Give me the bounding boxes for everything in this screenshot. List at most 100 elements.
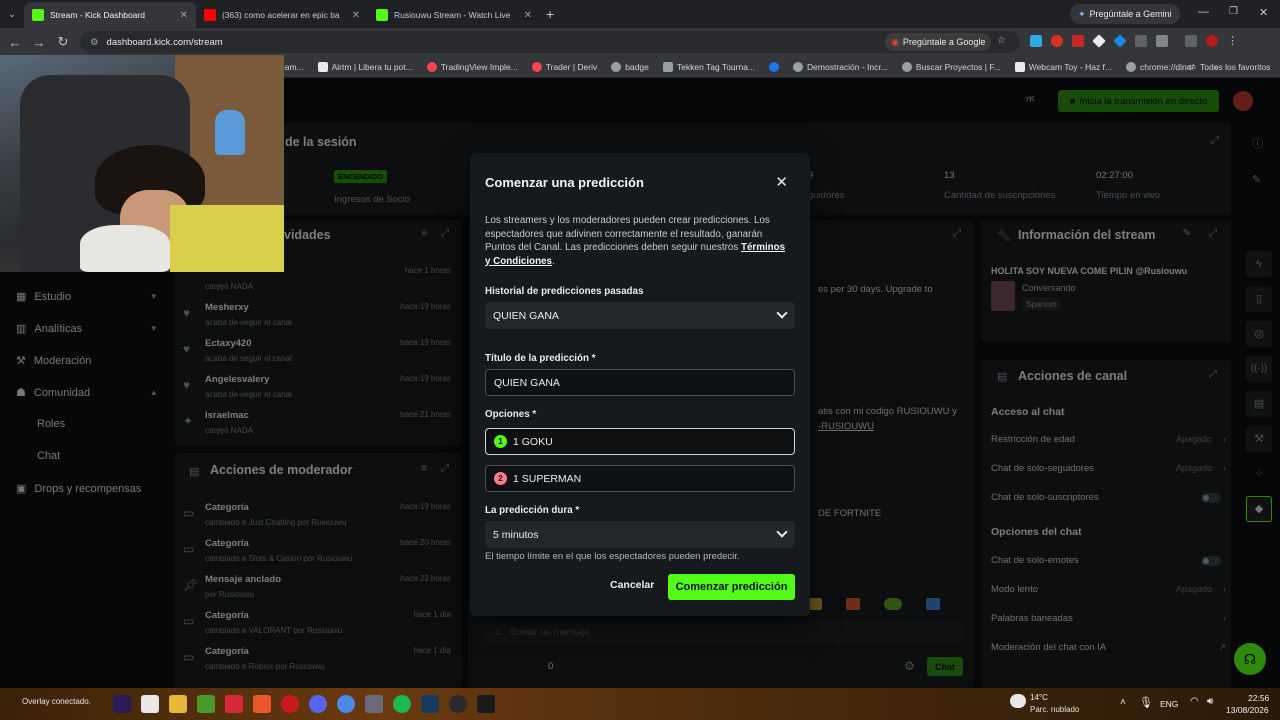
- duration-value: 5 minutos: [493, 528, 539, 541]
- puzzle-icon[interactable]: [1156, 35, 1168, 47]
- bookmark-item[interactable]: badge: [611, 61, 649, 72]
- url-field[interactable]: ⚙ dashboard.kick.com/stream ◉ Pregúntale…: [80, 31, 1020, 53]
- water-bottle: [215, 110, 245, 155]
- bookmark-item[interactable]: chrome://dino/: [1126, 61, 1194, 72]
- brave-icon[interactable]: [253, 695, 271, 713]
- gemini-button[interactable]: ✦ Pregúntale a Gemini: [1070, 4, 1180, 24]
- prediction-title-input[interactable]: QUIEN GANA: [485, 369, 795, 396]
- person-shirt: [170, 205, 284, 272]
- bookmark-label: Tekken Tag Tourna...: [676, 61, 756, 72]
- plush-toy: [80, 225, 170, 272]
- menu-icon[interactable]: ⋮: [1227, 35, 1238, 47]
- ask-google-button[interactable]: ◉ Pregúntale a Google: [885, 33, 992, 51]
- duration-label: La predicción dura *: [485, 505, 580, 516]
- bookmark-label: TradingView Imple...: [440, 61, 518, 72]
- bookmark-item[interactable]: Tekken Tag Tourna...: [662, 61, 756, 72]
- extension-icon[interactable]: [1092, 34, 1106, 48]
- microphone-icon[interactable]: 🎙︎: [1139, 696, 1153, 709]
- close-icon[interactable]: ✕: [180, 10, 188, 21]
- cancel-button[interactable]: Cancelar: [610, 579, 654, 591]
- history-value: QUIEN GANA: [493, 309, 559, 322]
- bookmark-label: chrome://dino/: [1140, 61, 1194, 72]
- all-favorites-label: Todos los favoritos: [1200, 61, 1271, 72]
- deriv-icon: [531, 61, 542, 72]
- wifi-icon[interactable]: ◠: [1190, 696, 1199, 707]
- bookmark-item[interactable]: Trader | Deriv: [531, 61, 598, 72]
- duration-select[interactable]: 5 minutos: [485, 521, 795, 548]
- minimize-button[interactable]: —: [1198, 6, 1209, 18]
- gemini-icon: ✦: [1078, 8, 1086, 19]
- option-1-value: 1 GOKU: [513, 435, 553, 448]
- extension-icon[interactable]: [1135, 35, 1147, 47]
- back-icon[interactable]: ←: [3, 35, 27, 50]
- volume-icon[interactable]: 🔊︎: [1207, 696, 1213, 707]
- bookmark-item[interactable]: TradingView Imple...: [426, 61, 518, 72]
- option-2-value: 1 SUPERMAN: [513, 472, 582, 485]
- bookmark-label: Trader | Deriv: [545, 61, 598, 72]
- chevron-up-icon[interactable]: ˄: [1120, 697, 1126, 708]
- tab-search-icon[interactable]: ⌄: [0, 9, 24, 20]
- tab-kick-watch[interactable]: Rusiouwu Stream - Watch Live ✕: [368, 2, 540, 28]
- weather-desc: Parc. nublado: [1030, 705, 1080, 714]
- weather-temp: 14°C: [1030, 693, 1048, 702]
- folder-icon[interactable]: [169, 695, 187, 713]
- overlay-status: Overlay conectado.: [22, 697, 91, 706]
- tab-kick-dashboard[interactable]: Stream - Kick Dashboard ✕: [24, 2, 196, 28]
- bookmark-item[interactable]: Buscar Proyectos | F...: [901, 61, 1001, 72]
- gemini-label: Pregúntale a Gemini: [1089, 9, 1172, 19]
- bookmark-label: badge: [625, 61, 649, 72]
- options-label: Opciones *: [485, 409, 537, 420]
- bookmark-item[interactable]: Airtm | Libera tu pot...: [317, 61, 413, 72]
- reload-icon[interactable]: ↻: [51, 34, 75, 50]
- premiere-icon[interactable]: [113, 695, 131, 713]
- option-2-input[interactable]: 2 1 SUPERMAN: [485, 465, 795, 492]
- start-prediction-button[interactable]: Comenzar predicción: [668, 574, 795, 600]
- media-icon[interactable]: [1185, 35, 1197, 47]
- history-select[interactable]: QUIEN GANA: [485, 302, 795, 329]
- extension-icon[interactable]: [1030, 35, 1042, 47]
- option-1-input[interactable]: 1 1 GOKU: [485, 428, 795, 455]
- opera-icon[interactable]: [281, 695, 299, 713]
- maximize-button[interactable]: ❐: [1229, 6, 1238, 17]
- calendar-icon[interactable]: [141, 695, 159, 713]
- close-window-button[interactable]: ✕: [1259, 6, 1268, 19]
- extension-icon[interactable]: [1113, 34, 1127, 48]
- settings-icon[interactable]: [365, 695, 383, 713]
- language-indicator[interactable]: ENG: [1160, 699, 1178, 709]
- facebook-icon: [769, 61, 780, 72]
- obs-icon[interactable]: [449, 695, 467, 713]
- bookmark-item[interactable]: Demostración - Incr...: [793, 61, 888, 72]
- close-icon[interactable]: ✕: [524, 10, 532, 21]
- epic-icon[interactable]: [477, 695, 495, 713]
- tab-label: Rusiouwu Stream - Watch Live: [394, 10, 511, 20]
- spotify-icon[interactable]: [393, 695, 411, 713]
- title-value: QUIEN GANA: [494, 376, 560, 389]
- kick-icon: [376, 9, 388, 21]
- minecraft-icon[interactable]: [197, 695, 215, 713]
- all-favorites[interactable]: ▭ Todos los favoritos: [1188, 61, 1270, 72]
- close-icon[interactable]: ✕: [775, 173, 788, 191]
- deriv-icon[interactable]: [225, 695, 243, 713]
- steam-icon[interactable]: [421, 695, 439, 713]
- profile-avatar[interactable]: [1206, 35, 1218, 47]
- discord-icon[interactable]: [309, 695, 327, 713]
- chrome-icon[interactable]: [337, 695, 355, 713]
- shield-icon: [793, 61, 804, 72]
- address-bar: ← → ↻ ⚙ dashboard.kick.com/stream ◉ Preg…: [0, 28, 1280, 56]
- new-tab-button[interactable]: +: [546, 6, 554, 22]
- title-label: Título de la predicción *: [485, 353, 596, 364]
- bookmark-item[interactable]: [769, 61, 780, 72]
- bookmark-star-icon[interactable]: ☆: [997, 35, 1006, 46]
- bookmark-item[interactable]: Webcam Toy - Haz f...: [1014, 61, 1112, 72]
- close-icon[interactable]: ✕: [352, 10, 360, 21]
- extension-icon[interactable]: [1072, 35, 1084, 47]
- tab-youtube[interactable]: (363) como acelerar en epic ba ✕: [196, 2, 368, 28]
- site-info-icon[interactable]: ⚙: [90, 37, 99, 48]
- prediction-dialog: Comenzar una predicción ✕ Los streamers …: [470, 153, 810, 616]
- forward-icon[interactable]: →: [27, 35, 51, 50]
- document-icon: [662, 61, 673, 72]
- ask-google-label: Pregúntale a Google: [902, 37, 986, 47]
- deriv-icon: [426, 61, 437, 72]
- globe-icon: [611, 61, 622, 72]
- extension-icon[interactable]: [1051, 35, 1063, 47]
